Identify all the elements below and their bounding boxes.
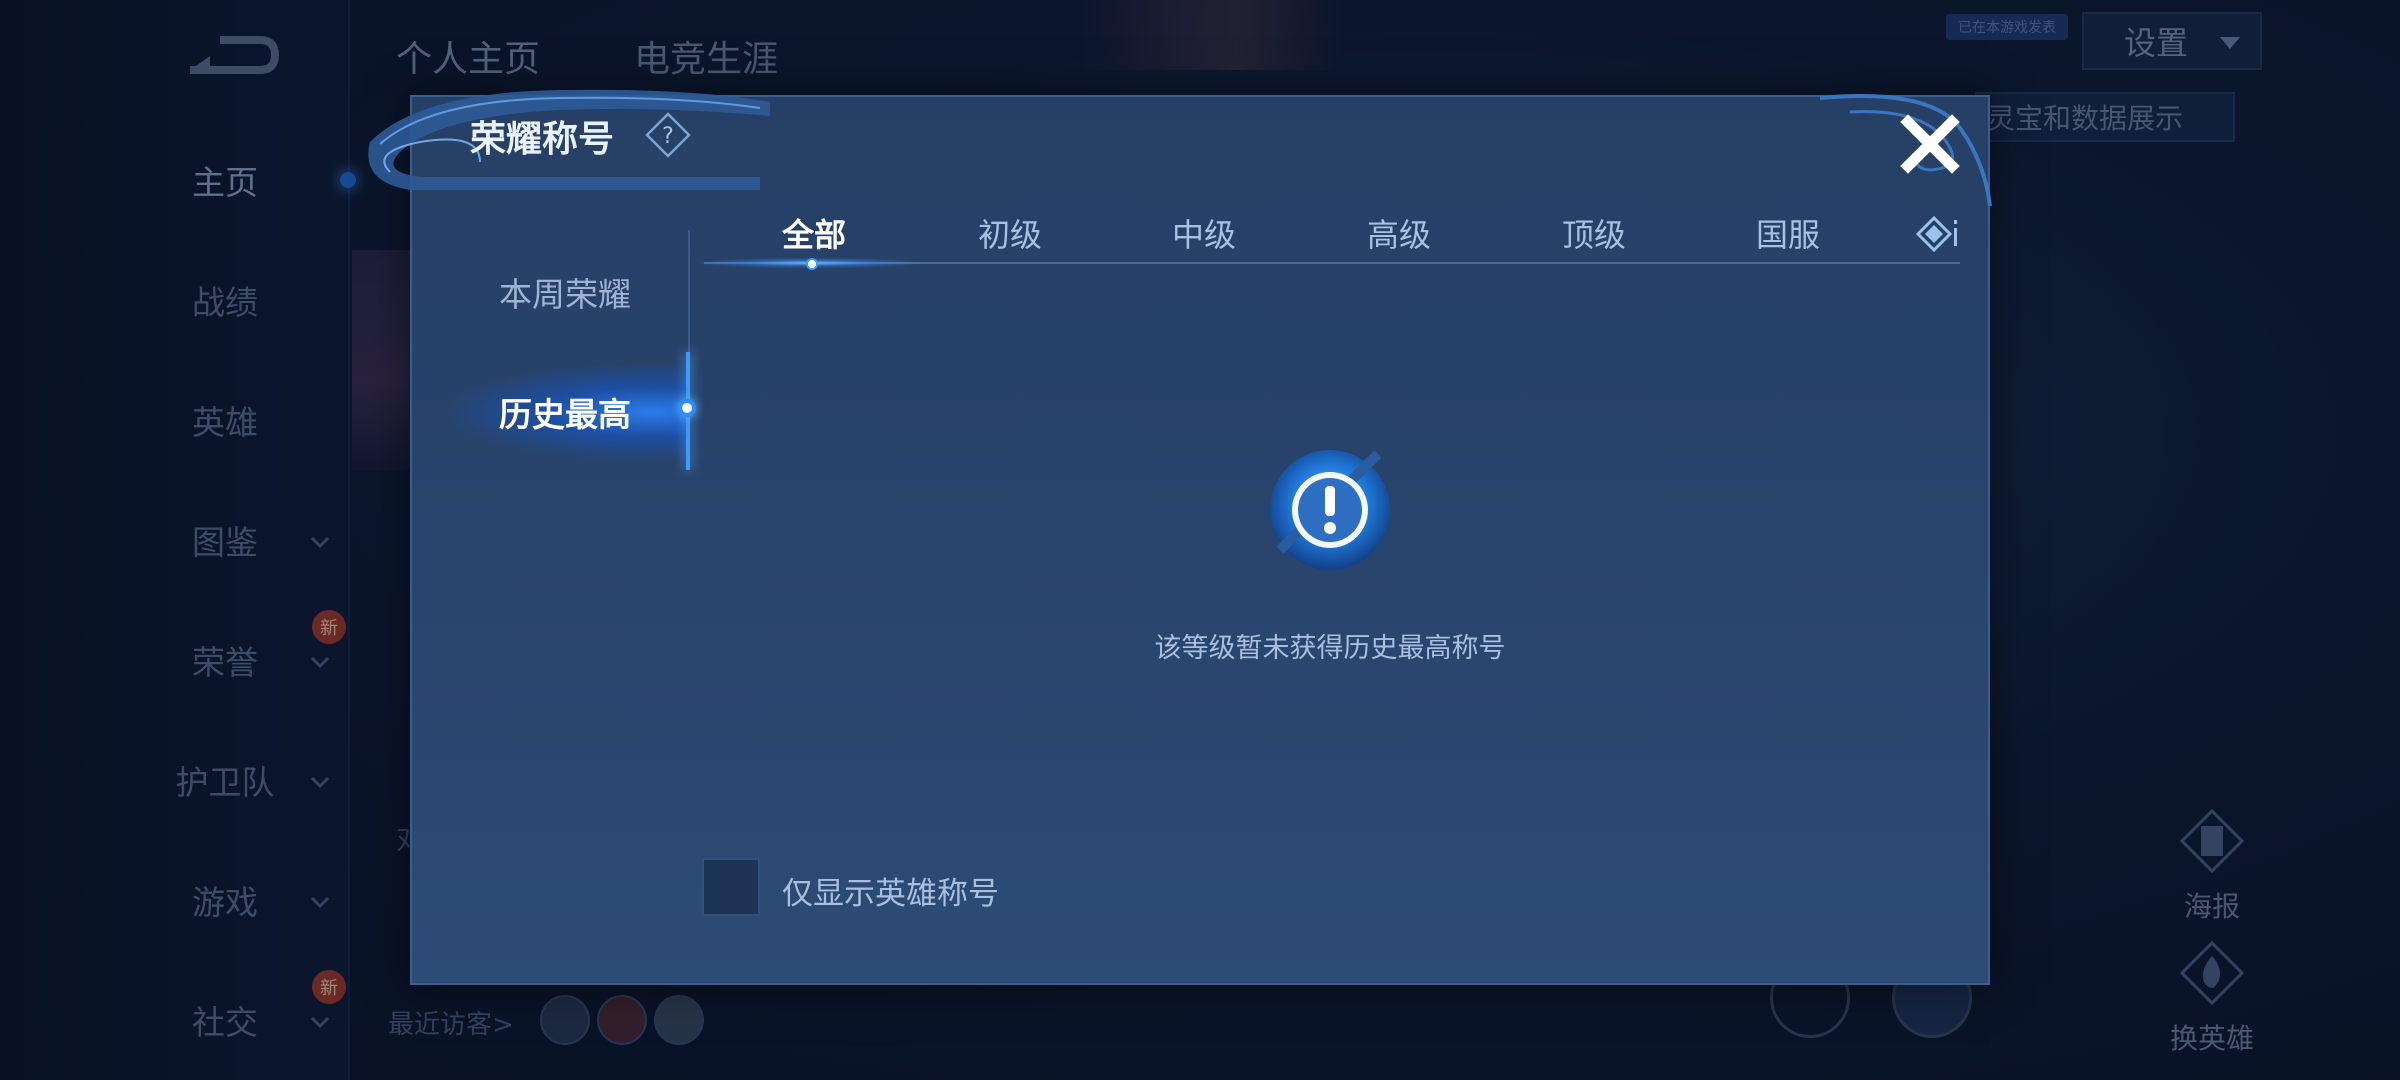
category-tab-top[interactable]: 顶级 <box>1534 210 1654 256</box>
empty-state-warning-icon <box>1270 450 1390 570</box>
more-categories-icon[interactable] <box>1916 216 1962 252</box>
category-tab-beginner[interactable]: 初级 <box>950 210 1070 256</box>
empty-state-message: 该等级暂未获得历史最高称号 <box>1154 633 1506 664</box>
category-active-dot <box>806 258 818 270</box>
hero-title-only-checkbox[interactable] <box>702 858 760 916</box>
category-tab-all[interactable]: 全部 <box>754 210 874 256</box>
category-tab-national[interactable]: 国服 <box>1728 210 1848 256</box>
close-icon[interactable] <box>1900 114 1960 174</box>
tab-history-best[interactable]: 历史最高 <box>440 388 690 436</box>
help-icon[interactable]: ? <box>645 112 691 158</box>
category-tab-intermediate[interactable]: 中级 <box>1144 210 1264 256</box>
svg-text:?: ? <box>662 124 674 149</box>
tab-this-week-honor[interactable]: 本周荣耀 <box>440 268 690 316</box>
checkbox-label[interactable]: 仅显示英雄称号 <box>782 868 999 913</box>
dialog-title: 荣耀称号 <box>470 119 615 160</box>
category-tab-advanced[interactable]: 高级 <box>1339 210 1459 256</box>
